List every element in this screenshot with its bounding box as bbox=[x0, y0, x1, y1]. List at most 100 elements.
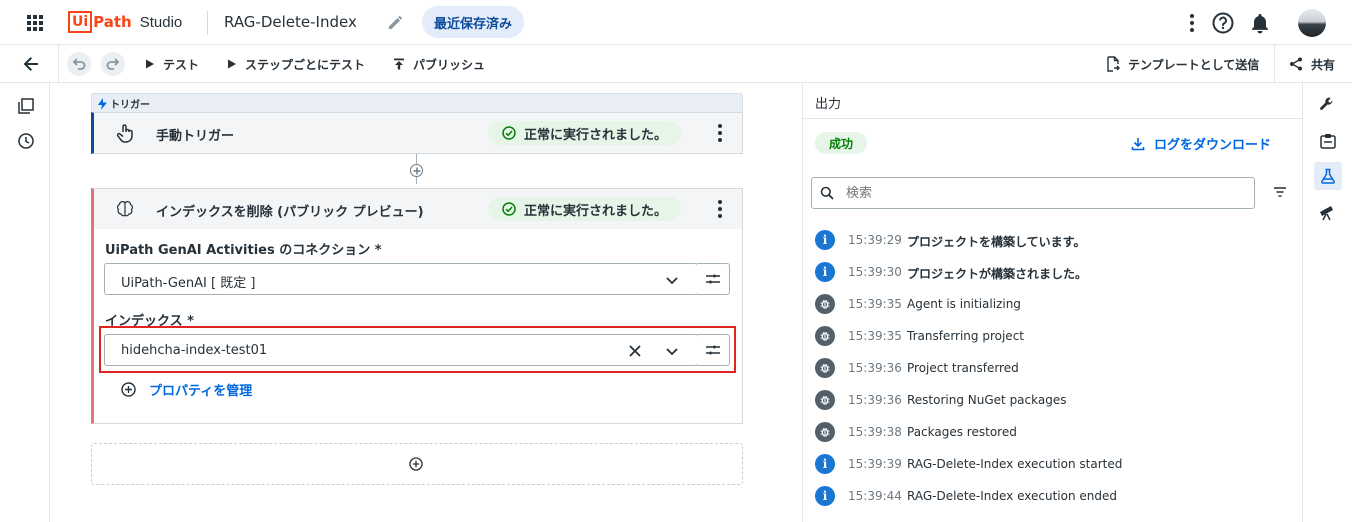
log-row: i 15:39:30 プロジェクトが構築されました。 bbox=[803, 256, 1303, 288]
share-button[interactable]: 共有 bbox=[1289, 45, 1335, 83]
help-icon[interactable] bbox=[1212, 12, 1234, 34]
log-row: 15:39:35 Agent is initializing bbox=[803, 288, 1303, 320]
header-divider bbox=[207, 11, 208, 35]
bug-debug-icon bbox=[815, 326, 835, 346]
trigger-tag-label: トリガー bbox=[110, 100, 150, 111]
trigger-more-icon[interactable] bbox=[710, 121, 730, 145]
info-icon: i bbox=[815, 454, 835, 474]
send-template-button[interactable]: テンプレートとして送信 bbox=[1106, 45, 1259, 83]
logo-path-text: Path bbox=[93, 13, 132, 31]
connection-value: UiPath-GenAI [ 既定 ] bbox=[121, 276, 256, 291]
log-row: 15:39:36 Project transferred bbox=[803, 352, 1303, 384]
check-circle-icon bbox=[502, 202, 516, 216]
logo-ui-box: Ui bbox=[68, 11, 93, 33]
add-step-icon[interactable] bbox=[410, 164, 423, 177]
info-icon: i bbox=[815, 486, 835, 506]
success-badge: 成功 bbox=[815, 132, 868, 154]
download-log-button[interactable]: ログをダウンロード bbox=[1131, 134, 1271, 153]
redo-button[interactable] bbox=[101, 52, 125, 76]
clear-close-icon[interactable] bbox=[627, 343, 643, 359]
log-message: プロジェクトが構築されました。 bbox=[907, 267, 1088, 281]
tune-icon bbox=[706, 345, 720, 355]
connection-select[interactable]: UiPath-GenAI [ 既定 ] bbox=[104, 263, 698, 295]
toolbar: テスト ステップごとにテスト パブリッシュ テンプレートとして送信 共有 bbox=[0, 45, 1352, 83]
toolbar-divider bbox=[58, 45, 59, 83]
log-time: 15:39:44 bbox=[848, 489, 902, 503]
test-flask-icon-active[interactable] bbox=[1314, 162, 1342, 190]
log-message: Project transferred bbox=[907, 361, 1019, 375]
right-rail bbox=[1302, 83, 1352, 522]
product-name: Studio bbox=[139, 13, 183, 31]
history-clock-icon[interactable] bbox=[17, 132, 35, 150]
add-circle-icon bbox=[409, 457, 423, 471]
manual-trigger-card[interactable]: 手動トリガー 正常に実行されました。 bbox=[91, 112, 743, 154]
avatar[interactable] bbox=[1298, 9, 1326, 37]
uipath-logo[interactable]: Ui Path Studio bbox=[68, 10, 182, 34]
lightning-icon bbox=[98, 97, 107, 110]
log-time: 15:39:38 bbox=[848, 425, 902, 439]
telescope-icon[interactable] bbox=[1318, 203, 1336, 221]
connection-options-button[interactable] bbox=[697, 263, 730, 295]
filter-icon[interactable] bbox=[1273, 186, 1287, 198]
save-status-text: 最近保存済み bbox=[434, 16, 513, 32]
success-badge-text: 成功 bbox=[829, 136, 854, 151]
index-options-button[interactable] bbox=[697, 334, 730, 366]
notification-bell-icon[interactable] bbox=[1250, 12, 1270, 34]
log-message: Agent is initializing bbox=[907, 297, 1021, 311]
manage-properties-link[interactable]: プロパティを管理 bbox=[121, 380, 252, 399]
test-button[interactable]: テスト bbox=[145, 45, 199, 83]
log-message: プロジェクトを構築しています。 bbox=[907, 235, 1086, 249]
output-title: 出力 bbox=[815, 97, 842, 112]
log-time: 15:39:29 bbox=[848, 233, 902, 247]
bug-debug-icon bbox=[815, 422, 835, 442]
bug-debug-icon bbox=[815, 390, 835, 410]
brain-ai-icon bbox=[116, 200, 134, 218]
publish-icon bbox=[394, 58, 404, 70]
publish-label: パブリッシュ bbox=[413, 57, 486, 72]
info-icon: i bbox=[815, 230, 835, 250]
hand-touch-icon bbox=[116, 123, 134, 143]
delete-index-activity-card[interactable]: インデックスを削除 (パブリック プレビュー) 正常に実行されました。 UiPa… bbox=[91, 188, 743, 424]
apps-grid-icon[interactable] bbox=[26, 14, 44, 32]
search-input[interactable] bbox=[846, 184, 1246, 202]
log-row: i 15:39:39 RAG-Delete-Index execution star… bbox=[803, 448, 1303, 480]
log-message: Transferring project bbox=[907, 329, 1024, 343]
chevron-down-icon[interactable] bbox=[665, 273, 679, 287]
more-vert-icon[interactable] bbox=[1182, 12, 1202, 34]
add-step-placeholder[interactable] bbox=[91, 443, 743, 485]
log-message: RAG-Delete-Index execution started bbox=[907, 457, 1123, 471]
activity-more-icon[interactable] bbox=[710, 197, 730, 221]
undo-button[interactable] bbox=[67, 52, 91, 76]
clipboard-icon[interactable] bbox=[1319, 132, 1337, 150]
test-label: テスト bbox=[163, 57, 200, 72]
left-rail bbox=[0, 83, 50, 522]
log-row: 15:39:38 Packages restored bbox=[803, 416, 1303, 448]
explorer-files-icon[interactable] bbox=[17, 97, 35, 115]
log-search-field[interactable] bbox=[811, 177, 1255, 209]
index-value: hidehcha-index-test01 bbox=[121, 343, 268, 358]
log-time: 15:39:35 bbox=[848, 297, 902, 311]
back-arrow-icon[interactable] bbox=[22, 55, 40, 73]
index-select[interactable]: hidehcha-index-test01 bbox=[104, 334, 698, 366]
panel-divider bbox=[803, 118, 1303, 119]
play-icon bbox=[228, 59, 236, 69]
log-message: Restoring NuGet packages bbox=[907, 393, 1067, 407]
top-bar: Ui Path Studio RAG-Delete-Index 最近保存済み bbox=[0, 0, 1352, 45]
step-test-button[interactable]: ステップごとにテスト bbox=[227, 45, 365, 83]
trigger-status-text: 正常に実行されました。 bbox=[524, 127, 668, 143]
chevron-down-icon[interactable] bbox=[665, 344, 679, 358]
save-status-badge: 最近保存済み bbox=[422, 6, 525, 38]
share-icon bbox=[1290, 57, 1302, 71]
rename-pencil-icon[interactable] bbox=[386, 12, 406, 32]
check-circle-icon bbox=[502, 126, 516, 140]
workflow-canvas: トリガー 手動トリガー 正常に実行されました。 インデックスを削除 (パブリック… bbox=[50, 83, 802, 522]
output-panel: 出力 成功 ログをダウンロード i 15:39:29 プロジェクトを構築しています。… bbox=[802, 83, 1303, 522]
publish-button[interactable]: パブリッシュ bbox=[393, 45, 485, 83]
toolbar-divider bbox=[1274, 45, 1275, 83]
wrench-icon[interactable] bbox=[1319, 96, 1335, 112]
step-test-label: ステップごとにテスト bbox=[245, 57, 366, 72]
log-list: i 15:39:29 プロジェクトを構築しています。 i 15:39:30 プロジェクトが… bbox=[803, 224, 1303, 514]
search-icon bbox=[820, 186, 834, 200]
share-label: 共有 bbox=[1311, 57, 1336, 72]
manage-properties-label: プロパティを管理 bbox=[149, 384, 253, 399]
